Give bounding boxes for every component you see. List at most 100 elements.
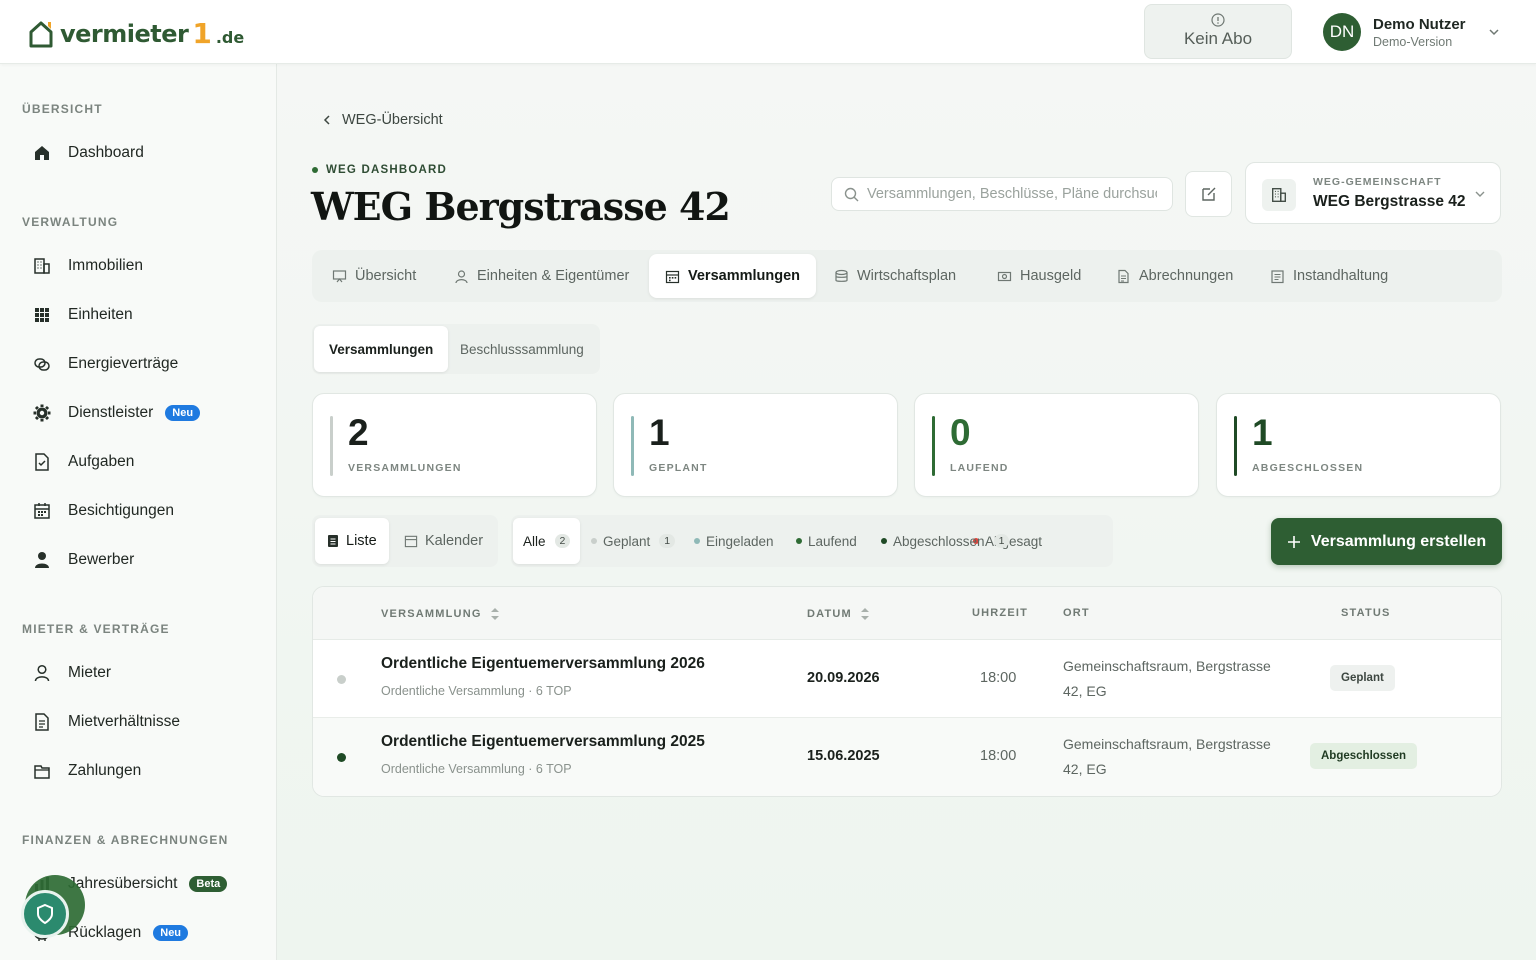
filter-laufend[interactable]: Laufend [786,518,867,564]
column-header-uhrzeit: UHRZEIT [972,607,1029,619]
info-icon [1211,13,1225,27]
search-box[interactable] [831,177,1173,211]
energy-icon [34,358,50,371]
meeting-time: 18:00 [980,670,1017,686]
tab-wirtschaftsplan[interactable]: Wirtschaftsplan [818,254,972,298]
table-row[interactable]: Ordentliche Eigentuemerversammlung 2026 … [313,640,1501,718]
stat-accent [631,416,634,476]
column-label: DATUM [807,608,852,620]
logo-accent: 1 [192,17,212,50]
sidebar-item-immobilien[interactable]: Immobilien [32,256,143,276]
tab-abrechnungen[interactable]: Abrechnungen [1100,254,1249,298]
grid-icon [35,308,49,322]
sidebar-item-besichtigungen[interactable]: Besichtigungen [32,501,174,521]
tab-label: Übersicht [355,268,417,284]
sidebar-item-dashboard[interactable]: Dashboard [32,143,144,163]
tab-bar: Übersicht Einheiten & Eigentümer Versamm… [312,250,1502,302]
calendar-icon [34,503,50,519]
sidebar-item-einheiten[interactable]: Einheiten [32,305,133,325]
meetings-table: VERSAMMLUNG DATUM UHRZEIT ORT STATUS Ord… [312,586,1502,797]
security-fab-button[interactable] [21,890,69,938]
filter-geplant[interactable]: Geplant 1 [581,518,685,564]
sidebar-item-energievertraege[interactable]: Energieverträge [32,354,178,374]
meeting-location: Gemeinschaftsraum, Bergstrasse 42, EG [1063,658,1271,699]
logo[interactable]: vermieter 1 .de [28,17,244,50]
weg-selector[interactable]: WEG-GEMEINSCHAFT WEG Bergstrasse 42 [1245,162,1501,224]
back-link[interactable]: WEG-Übersicht [322,112,443,128]
status-dot [881,538,887,544]
edit-icon [1201,187,1215,201]
filter-label: Abgeschlossen [893,533,985,549]
sidebar-item-label: Dashboard [68,144,144,161]
sidebar-item-mieter[interactable]: Mieter [32,663,111,683]
edit-button[interactable] [1185,171,1232,217]
shield-icon [37,903,53,925]
sidebar-item-label: Rücklagen [68,924,142,941]
meeting-subtitle: Ordentliche Versammlung · 6 TOP [381,762,572,776]
meeting-time: 18:00 [980,748,1017,764]
eyebrow: WEG DASHBOARD [312,164,447,176]
meeting-title: Ordentliche Eigentuemerversammlung 2025 [381,733,705,750]
stat-value: 1 [649,412,670,453]
search-input[interactable] [867,186,1157,202]
tab-instandhaltung[interactable]: Instandhaltung [1254,254,1404,298]
weg-selector-label: WEG-GEMEINSCHAFT [1313,176,1442,188]
sidebar-item-label: Jahresübersicht [68,875,178,892]
avatar: DN [1323,13,1361,51]
calendar-icon [404,535,418,548]
table-row[interactable]: Ordentliche Eigentuemerversammlung 2025 … [313,718,1501,796]
stat-label: VERSAMMLUNGEN [348,462,462,474]
person-icon [35,552,49,568]
view-calendar-label: Kalender [425,533,484,549]
stat-value: 1 [1252,412,1273,453]
subtab-beschlusssammlung[interactable]: Beschlusssammlung [445,326,599,372]
stat-accent [932,416,935,476]
stat-card-laufend: 0 LAUFEND [914,393,1199,497]
meeting-title: Ordentliche Eigentuemerversammlung 2026 [381,655,705,672]
meeting-date: 15.06.2025 [807,748,880,764]
user-name: Demo Nutzer [1373,15,1466,33]
stat-label: LAUFEND [950,462,1009,474]
sidebar-item-zahlungen[interactable]: Zahlungen [32,761,141,781]
logo-text: vermieter [60,19,189,48]
page-title: WEG Bergstrasse 42 [311,184,731,229]
chevron-down-icon [1475,191,1485,197]
stat-card-geplant: 1 GEPLANT [613,393,898,497]
sidebar-item-mietverhaeltnisse[interactable]: Mietverhältnisse [32,712,180,732]
document-icon [35,713,49,731]
sidebar: ÜBERSICHT Dashboard VERWALTUNG Immobilie… [0,64,277,960]
sidebar-item-dienstleister[interactable]: Dienstleister Neu [32,403,201,423]
column-header-datum[interactable]: DATUM [807,607,870,621]
create-meeting-button[interactable]: Versammlung erstellen [1271,518,1502,565]
sidebar-item-label: Einheiten [68,306,133,323]
subscription-label: Kein Abo [1183,29,1253,48]
new-badge: Neu [165,405,201,421]
meeting-location: Gemeinschaftsraum, Bergstrasse 42, EG [1063,736,1271,777]
sidebar-item-bewerber[interactable]: Bewerber [32,550,134,570]
stat-value: 2 [348,412,369,453]
tab-uebersicht[interactable]: Übersicht [316,254,432,298]
subscription-button[interactable]: Kein Abo [1144,4,1292,59]
wallet-icon [34,765,50,779]
top-header: vermieter 1 .de Kein Abo DN Demo Nutzer … [0,0,1536,64]
back-label: WEG-Übersicht [342,112,443,128]
column-header-versammlung[interactable]: VERSAMMLUNG [381,607,500,621]
subtab-versammlungen[interactable]: Versammlungen [314,326,449,372]
tab-hausgeld[interactable]: Hausgeld [981,254,1097,298]
view-calendar-button[interactable]: Kalender [392,518,495,564]
tab-label: Versammlungen [688,268,801,284]
filter-count: 2 [554,534,571,548]
view-toggle: Liste Kalender [312,515,498,567]
sidebar-item-aufgaben[interactable]: Aufgaben [32,452,134,472]
filter-abgeschlossen[interactable]: Abgeschlossen 1 [871,518,1015,564]
tab-einheiten-eigentuemer[interactable]: Einheiten & Eigentümer [438,254,645,298]
column-label: VERSAMMLUNG [381,608,482,620]
filter-eingeladen[interactable]: Eingeladen [684,518,784,564]
filter-alle[interactable]: Alle 2 [513,518,581,564]
tab-versammlungen[interactable]: Versammlungen [649,254,817,298]
sidebar-item-label: Mieter [68,664,112,681]
view-list-button[interactable]: Liste [315,518,389,564]
presentation-icon [332,269,347,282]
sidebar-item-label: Besichtigungen [68,502,174,519]
user-menu[interactable]: DN Demo Nutzer Demo-Version [1323,13,1500,51]
